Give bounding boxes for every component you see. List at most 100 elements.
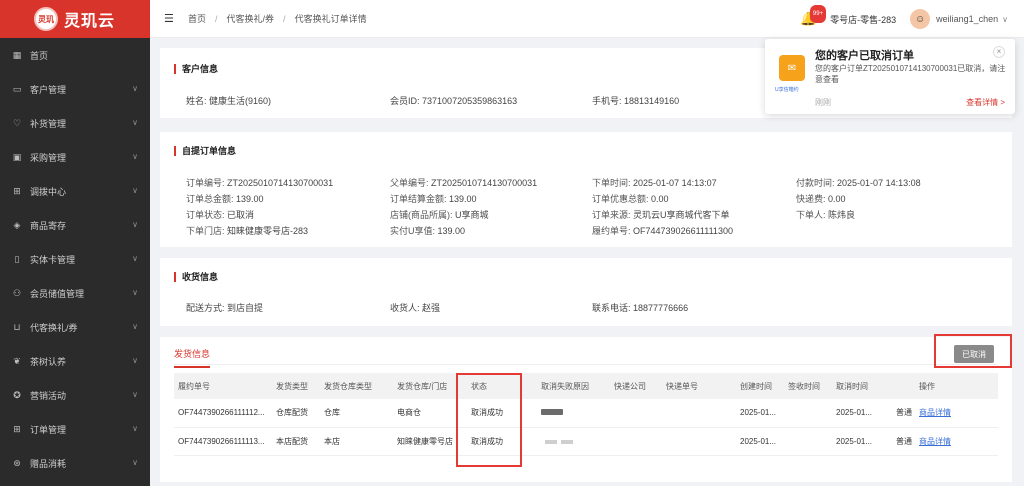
shipping-table: 履约单号 发货类型 发货仓库类型 发货仓库/门店 状态 取消失败原因 快递公司 快递单号 创建时…: [174, 373, 998, 456]
receiver: 收货人: 赵强: [390, 303, 441, 313]
redacted-cell: [537, 399, 610, 428]
table-cell: 本店配货: [272, 427, 320, 456]
breadcrumb: 首页 / 代客换礼/券 / 代客换礼订单详情: [188, 12, 367, 25]
table-cell: [784, 399, 832, 428]
notification-icon-label: U享信箱约: [775, 87, 799, 93]
sidebar-item-10[interactable]: ✪ 营销活动 ∨: [0, 378, 150, 412]
column-header: 操作: [915, 373, 998, 399]
sidebar-item-label: 代客换礼/券: [30, 322, 78, 333]
chevron-down-icon[interactable]: ∨: [1002, 15, 1008, 24]
order-field: 订单来源: 灵玑云U享商城代客下单: [592, 210, 730, 220]
sidebar-item-label: 会员储值管理: [30, 288, 85, 299]
order-icon: ⊞: [13, 424, 21, 434]
order-field: 订单编号: ZT2025010714130700031: [186, 178, 334, 188]
redacted-block: [545, 439, 557, 444]
section-title-order: 自提订单信息: [174, 146, 236, 156]
notification-title: 您的客户已取消订单: [815, 50, 914, 62]
sidebar-item-label: 补货管理: [30, 118, 67, 129]
avatar[interactable]: ☺: [910, 9, 931, 29]
column-header: 创建时间: [736, 373, 784, 399]
order-field: 父单编号: ZT2025010714130700031: [390, 178, 538, 188]
sidebar-item-12[interactable]: ⊛ 赠品消耗 ∨: [0, 446, 150, 480]
chevron-down-icon: ∨: [132, 84, 138, 93]
notification-time: 刚刚: [815, 98, 831, 107]
chevron-down-icon: ∨: [132, 186, 138, 195]
table-cell: OF7447390266111113...: [174, 427, 272, 456]
column-header: 履约单号: [174, 373, 272, 399]
column-header: 快递公司: [610, 373, 662, 399]
marketing-icon: ✪: [13, 390, 21, 400]
logo[interactable]: 灵玑 灵玑云: [0, 0, 150, 38]
table-cell: 仓库: [320, 399, 393, 428]
table-row: OF7447390266111113... 本店配货 本店 知睐健康零号店 取消成功 20…: [174, 427, 998, 456]
sidebar-item-0[interactable]: ▦ 首页: [0, 38, 150, 72]
username[interactable]: weiliang1_chen: [936, 14, 998, 24]
column-header: 签收时间: [784, 373, 832, 399]
order-field: 下单门店: 知睐健康零号店-283: [186, 226, 309, 236]
sidebar-item-2[interactable]: ♡ 补货管理 ∨: [0, 106, 150, 140]
product-details-link[interactable]: 商品详情: [915, 427, 998, 456]
customer-phone: 手机号: 18813149160: [592, 96, 680, 106]
sidebar-item-5[interactable]: ◈ 商品寄存 ∨: [0, 208, 150, 242]
view-details-link[interactable]: 查看详情 >: [966, 97, 1005, 108]
order-field: 履约单号: OF744739026611111300: [592, 226, 733, 236]
close-icon[interactable]: ×: [993, 46, 1005, 58]
column-header: 发货仓库类型: [320, 373, 393, 399]
table-row: OF7447390266111112... 仓库配货 仓库 电商仓 取消成功 2025-0…: [174, 399, 998, 428]
order-field: 快递费: 0.00: [796, 194, 846, 204]
member-icon: ⚇: [12, 288, 22, 298]
notification-popup[interactable]: ✉ U享信箱约 您的客户已取消订单 您的客户订单ZT20250107141307…: [765, 39, 1015, 114]
column-header: 取消时间: [832, 373, 892, 399]
highlight-box-status-column: [456, 373, 522, 467]
table-body: OF7447390266111112... 仓库配货 仓库 电商仓 取消成功 2025-0…: [174, 399, 998, 456]
chevron-down-icon: ∨: [132, 288, 138, 297]
breadcrumb-current: 代客换礼订单详情: [294, 14, 367, 24]
order-field: 店铺(商品所属): U享商城: [390, 210, 489, 220]
sidebar-item-1[interactable]: ▭ 客户管理 ∨: [0, 72, 150, 106]
header-right: 🔔 99+ 零号店-零售-283 ☺ weiliang1_chen ∨: [800, 0, 1024, 38]
sidebar-item-4[interactable]: ⊞ 调拨中心 ∨: [0, 174, 150, 208]
sidebar-item-label: 实体卡管理: [30, 254, 76, 265]
bell-icon[interactable]: 🔔 99+: [800, 5, 827, 27]
menu-fold-icon[interactable]: ☰: [164, 12, 178, 25]
gift-icon: ⊛: [13, 458, 21, 468]
table-cell: 本店: [320, 427, 393, 456]
breadcrumb-home[interactable]: 首页: [188, 12, 206, 25]
breadcrumb-separator: /: [215, 13, 218, 24]
replenish-icon: ♡: [12, 118, 22, 128]
sidebar-item-7[interactable]: ⚇ 会员储值管理 ∨: [0, 276, 150, 310]
sidebar-item-label: 商品寄存: [30, 220, 67, 231]
table-cell: [662, 399, 736, 428]
shipping-info-card: 发货信息 已取消 履约单号 发货类型 发货仓库类型 发货仓库/门店 状态 取消失败原因 快递…: [160, 334, 1012, 482]
tree-icon: ❦: [13, 356, 21, 366]
sidebar-item-3[interactable]: ▣ 采购管理 ∨: [0, 140, 150, 174]
chevron-down-icon: ∨: [132, 458, 138, 467]
customer-member-id: 会员ID: 7371007205359863163: [390, 96, 518, 106]
table-cell: 仓库配货: [272, 399, 320, 428]
table-cell: 普通: [892, 427, 915, 456]
sidebar-item-label: 首页: [30, 50, 49, 61]
product-details-link-text[interactable]: 商品详情: [919, 408, 951, 417]
table-header-row: 履约单号 发货类型 发货仓库类型 发货仓库/门店 状态 取消失败原因 快递公司 快递单号 创建时…: [174, 373, 998, 399]
order-field: 下单时间: 2025-01-07 14:13:07: [592, 178, 717, 188]
order-field: 订单结算金额: 139.00: [390, 194, 477, 204]
order-field: 订单优惠总额: 0.00: [592, 194, 669, 204]
grid-icon: ▦: [12, 50, 22, 60]
sidebar-item-label: 客户管理: [30, 84, 67, 95]
table-cell: [610, 427, 662, 456]
store-name[interactable]: 零号店-零售-283: [830, 13, 896, 26]
table-cell: 2025-01...: [736, 427, 784, 456]
breadcrumb-gift-exchange[interactable]: 代客换礼/券: [227, 12, 275, 25]
sidebar-item-6[interactable]: ▯ 实体卡管理 ∨: [0, 242, 150, 276]
logo-badge-icon: 灵玑: [34, 7, 58, 31]
sidebar-item-9[interactable]: ❦ 茶树认养 ∨: [0, 344, 150, 378]
product-details-link[interactable]: 商品详情: [915, 399, 998, 428]
product-details-link-text[interactable]: 商品详情: [919, 437, 951, 446]
contact-phone: 联系电话: 18877776666: [592, 303, 689, 313]
receive-info-card: 收货信息 配送方式: 到店自提 收货人: 赵强 联系电话: 1887777666…: [160, 258, 1012, 326]
column-header: 取消失败原因: [537, 373, 610, 399]
order-field: 付款时间: 2025-01-07 14:13:08: [796, 178, 921, 188]
sidebar-item-8[interactable]: ⊔ 代客换礼/券 ∨: [0, 310, 150, 344]
table-cell: OF7447390266111112...: [174, 399, 272, 428]
sidebar-item-11[interactable]: ⊞ 订单管理 ∨: [0, 412, 150, 446]
